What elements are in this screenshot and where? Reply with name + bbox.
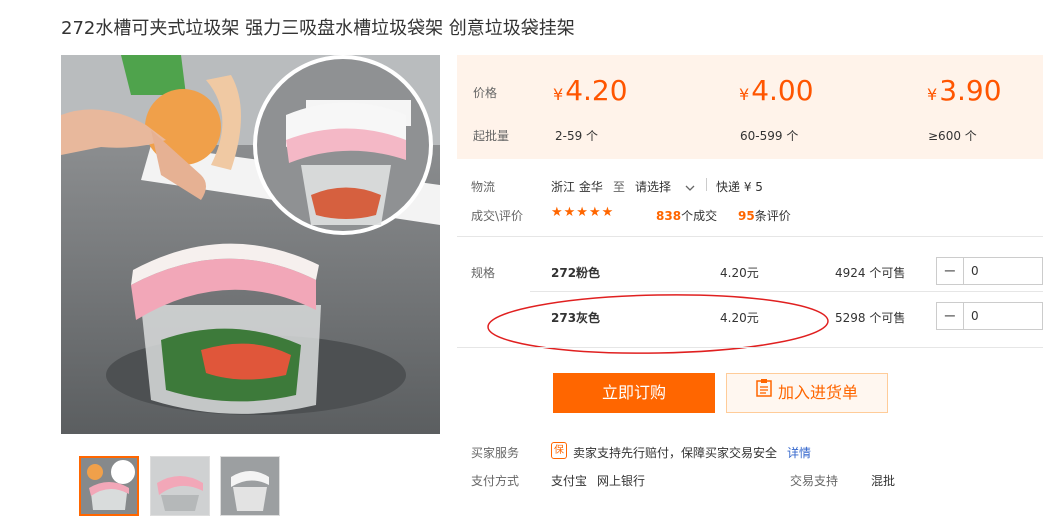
- price-tier-2: ¥4.00: [739, 74, 814, 107]
- minus-button[interactable]: −: [937, 303, 964, 329]
- specs-label: 规格: [471, 266, 496, 280]
- price-tier-3: ¥3.90: [927, 74, 1002, 107]
- payment-label: 支付方式: [471, 474, 520, 488]
- thumbnail-2[interactable]: [150, 456, 210, 516]
- spec-name: 272粉色: [551, 266, 601, 280]
- buyer-service-text: 卖家支持先行赔付，保障买家交易安全: [573, 446, 778, 460]
- spec-stock: 5298 个可售: [835, 311, 906, 325]
- product-photo: [61, 55, 440, 434]
- payment-method-bank: 网上银行: [597, 474, 646, 488]
- thumbnail-1[interactable]: [79, 456, 139, 516]
- review-count-link[interactable]: 95条评价: [738, 207, 791, 224]
- star-rating: ★★★★★: [551, 205, 615, 220]
- thumbnail-3[interactable]: [220, 456, 280, 516]
- express-fee: 快递 ¥ 5: [716, 180, 763, 194]
- quantity-stepper: −: [936, 257, 1043, 285]
- annotation-ellipse: [487, 294, 829, 354]
- logistics-origin: 浙江 金华: [551, 180, 603, 194]
- product-title: 272水槽可夹式垃圾架 强力三吸盘水槽垃圾袋架 创意垃圾袋挂架: [61, 18, 575, 39]
- shield-icon: 保: [551, 442, 567, 459]
- deals-text: 个成交: [681, 209, 718, 223]
- reviews-label: 成交\评价: [471, 209, 524, 223]
- moq-label: 起批量: [473, 129, 510, 143]
- logistics-to: 至: [613, 180, 626, 194]
- trade-support-label: 交易支持: [790, 474, 839, 488]
- quantity-stepper: −: [936, 302, 1043, 330]
- spec-stock: 4924 个可售: [835, 266, 906, 280]
- quantity-input[interactable]: [964, 303, 1041, 329]
- price-tier-1: ¥4.20: [553, 74, 628, 107]
- divider: [457, 236, 1043, 237]
- divider: [457, 347, 1043, 348]
- buy-now-button[interactable]: 立即订购: [553, 373, 715, 413]
- review-count: 95: [738, 209, 755, 223]
- clipboard-icon: [756, 373, 772, 411]
- review-text: 条评价: [754, 209, 791, 223]
- deals-count: 838: [656, 209, 682, 223]
- minus-button[interactable]: −: [937, 258, 964, 284]
- tier-1-range: 2-59 个: [555, 129, 599, 143]
- spec-price: 4.20元: [720, 266, 759, 280]
- trade-support-value: 混批: [871, 474, 896, 488]
- price-label: 价格: [473, 86, 498, 100]
- quantity-input[interactable]: [964, 258, 1041, 284]
- tier-3-range: ≥600 个: [928, 129, 977, 143]
- destination-select[interactable]: 请选择: [635, 178, 695, 195]
- divider: [706, 178, 707, 191]
- logistics-label: 物流: [471, 180, 496, 194]
- add-to-cart-label: 加入进货单: [777, 383, 858, 402]
- destination-placeholder: 请选择: [635, 180, 672, 194]
- chevron-down-icon: [685, 181, 695, 195]
- add-to-cart-button[interactable]: 加入进货单: [726, 373, 888, 413]
- buyer-service-label: 买家服务: [471, 446, 520, 460]
- main-product-image[interactable]: [61, 55, 440, 434]
- tier-2-range: 60-599 个: [740, 129, 799, 143]
- deals-count-link[interactable]: 838个成交: [656, 207, 717, 224]
- payment-method-alipay: 支付宝: [551, 474, 588, 488]
- details-link[interactable]: 详情: [787, 444, 811, 461]
